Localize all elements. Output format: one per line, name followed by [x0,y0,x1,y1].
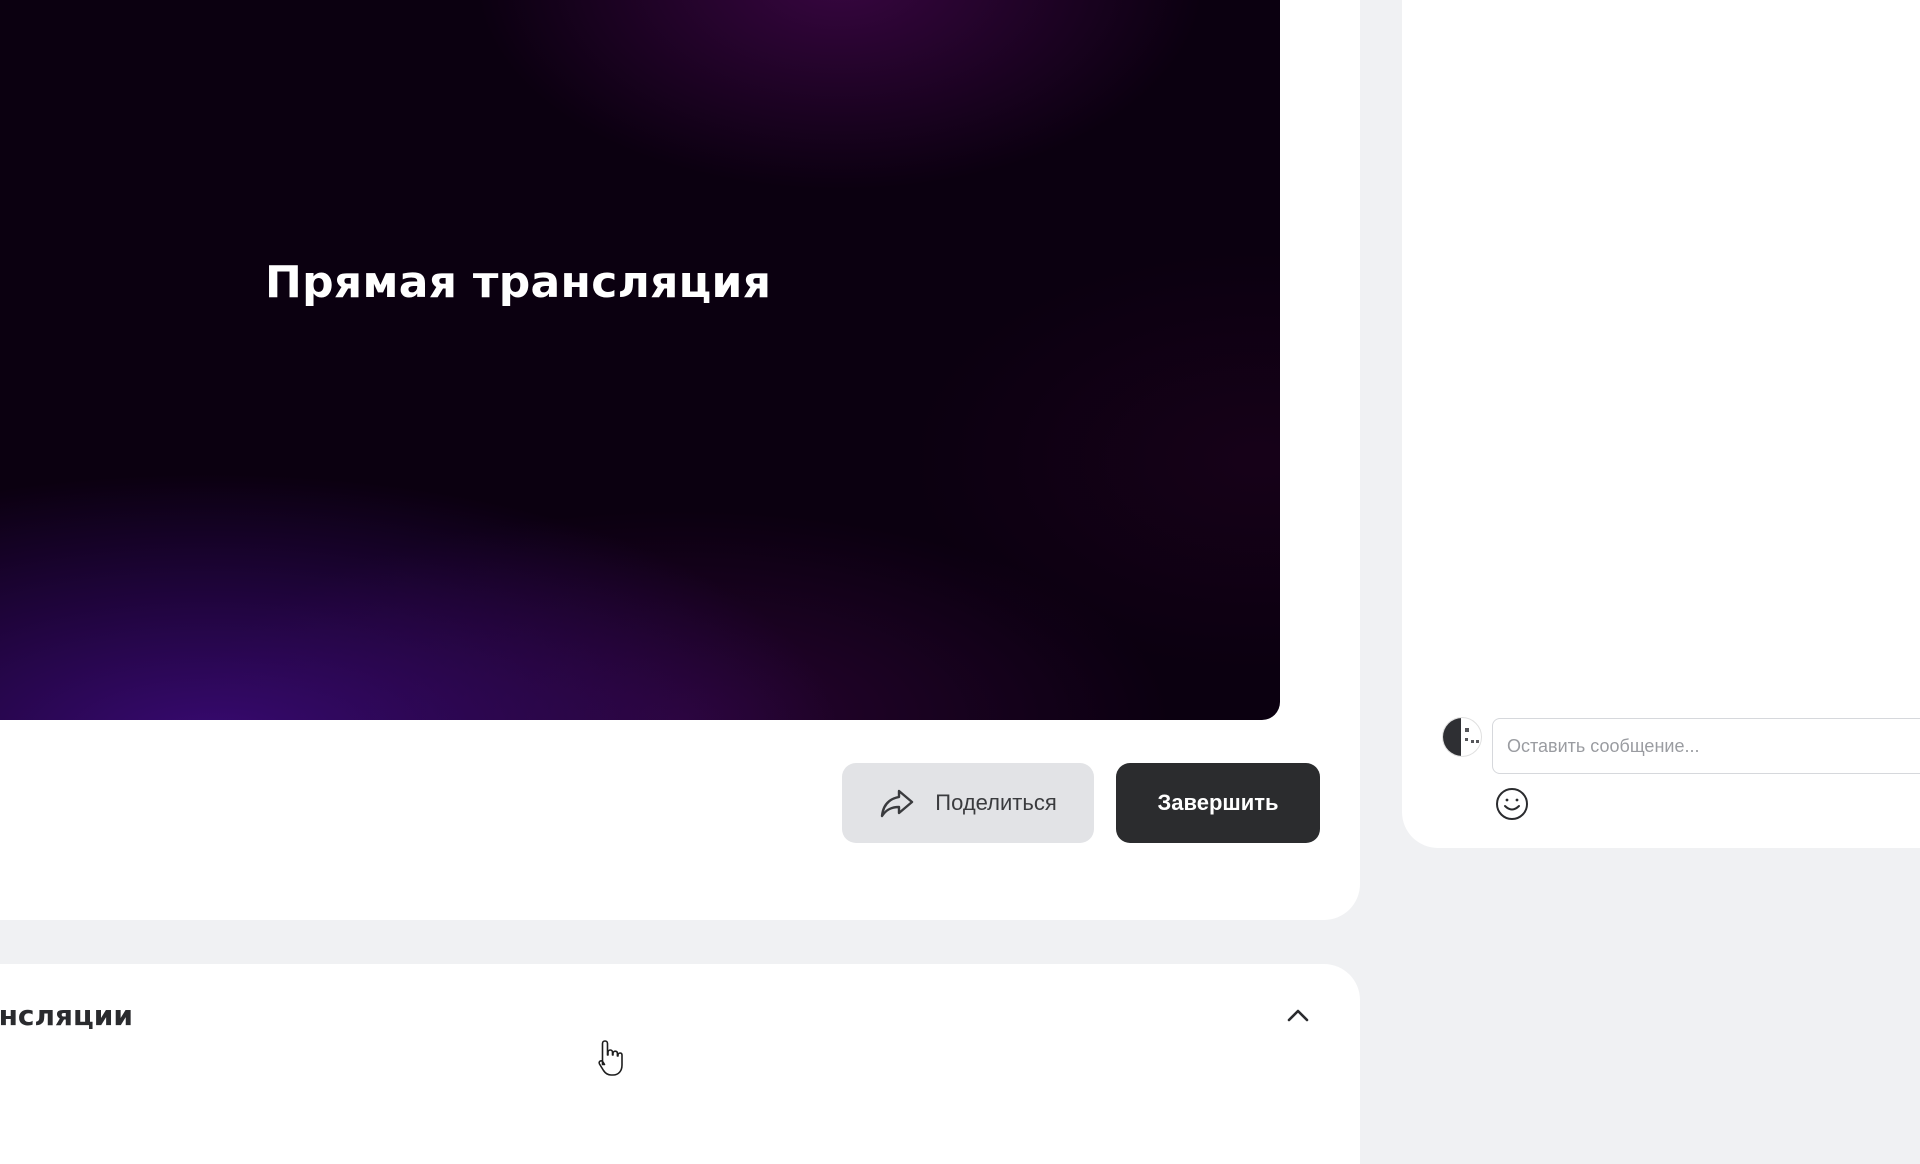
section-title: Настройки трансляции [0,999,133,1032]
finish-stream-button[interactable]: Завершить [1116,763,1320,843]
smiley-icon [1494,786,1530,822]
share-arrow-icon [879,785,915,821]
player-title: Прямая трансляция [265,257,772,308]
chat-panel [1402,0,1920,848]
emoji-button[interactable] [1494,786,1530,822]
stream-card: Прямая трансляция Поделиться Завершить [0,0,1360,920]
chat-message-input[interactable] [1492,718,1920,774]
stream-actions: Поделиться Завершить [842,763,1320,843]
collapse-button[interactable] [1280,998,1316,1034]
share-button-label: Поделиться [935,790,1057,815]
avatar [1442,717,1482,757]
chevron-up-icon [1280,998,1316,1034]
section-header[interactable]: Настройки трансляции [0,964,1360,1068]
stream-settings-section: Настройки трансляции [0,964,1360,1164]
video-player[interactable]: Прямая трансляция [0,0,1280,720]
share-button[interactable]: Поделиться [842,763,1094,843]
